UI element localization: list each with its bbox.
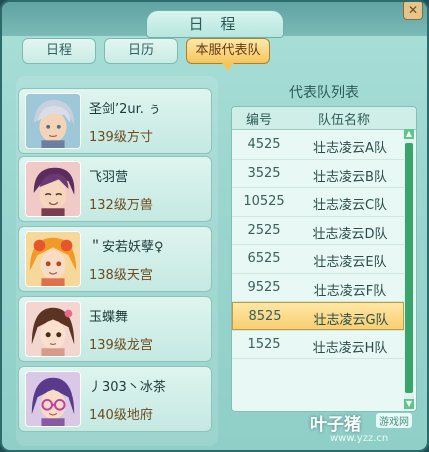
col-code-header: 编号 [246,113,273,128]
team-row[interactable]: 2525 壮志凌云D队 [232,217,404,245]
team-name: 壮志凌云A队 [313,141,387,156]
team-name: 壮志凌云B队 [313,169,387,185]
player-avatar-icon [25,371,81,427]
schedule-window: 日 程 ✕ 日程 日历 本服代表队 圣剑’2ur. ぅ 139级方寸 飞羽营 1… [0,0,429,452]
player-avatar-icon [25,93,81,149]
player-card[interactable]: 丿303丶冰茶 140级地府 [18,366,212,432]
player-avatar-icon [25,161,81,217]
player-name: 玉蝶舞 [89,310,129,325]
tab-server-teams[interactable]: 本服代表队 [186,38,270,71]
team-row[interactable]: 10525 壮志凌云C队 [232,188,404,216]
tab-schedule[interactable]: 日程 [22,38,96,64]
team-code: 8525 [248,309,282,324]
tab-calendar-label: 日历 [127,43,154,58]
scroll-thumb[interactable] [405,143,413,393]
team-row[interactable]: 8525 壮志凌云G队 [232,302,404,330]
team-code: 6525 [247,251,281,266]
team-table: 编号 队伍名称 4525 壮志凌云A队 3525 壮志凌云B队 10525 壮志凌云C队 2… [231,106,417,412]
team-table-scrollbar[interactable]: ▲ ▼ [404,129,414,409]
team-row[interactable]: 9525 壮志凌云F队 [232,274,404,302]
team-row[interactable]: 6525 壮志凌云E队 [232,245,404,273]
team-name: 壮志凌云H队 [312,340,388,356]
window-title: 日 程 [188,15,242,33]
player-card[interactable]: ＂安若妖孽♀ 138级天宫 [18,226,212,292]
watermark-brand: 叶子猪 [310,415,361,435]
scroll-up-icon[interactable]: ▲ [404,129,414,139]
close-button[interactable]: ✕ [403,2,423,20]
player-level: 140级地府 [89,408,153,423]
team-code: 9525 [247,279,281,295]
row-divider [232,358,404,359]
player-level: 139级龙宫 [89,338,153,353]
player-card[interactable]: 圣剑’2ur. ぅ 139级方寸 [18,88,212,154]
team-code: 3525 [247,165,281,181]
player-card[interactable]: 飞羽营 132级万兽 [18,156,212,222]
team-name: 壮志凌云D队 [312,226,388,242]
team-row[interactable]: 4525 壮志凌云A队 [232,131,404,159]
tab-calendar[interactable]: 日历 [104,38,178,64]
player-name: ＂安若妖孽♀ [89,240,164,255]
team-row[interactable]: 3525 壮志凌云B队 [232,160,404,188]
player-name: 圣剑’2ur. ぅ [89,102,162,117]
team-name: 壮志凌云C队 [312,198,388,213]
tab-schedule-label: 日程 [45,43,72,58]
team-code: 1525 [247,336,281,352]
player-level: 138级天宫 [89,268,153,283]
watermark-tag: 游戏网 [376,413,412,428]
window-title-plate: 日 程 [146,10,284,38]
team-code: 2525 [247,222,281,238]
team-code: 10525 [243,194,285,209]
player-avatar-icon [25,301,81,357]
team-list-title: 代表队列表 [289,85,359,101]
site-watermark: 叶子猪 游戏网 www.yzz.cn [310,408,427,450]
player-level: 132级万兽 [89,198,153,213]
team-table-header: 编号 队伍名称 [232,107,416,130]
team-name: 壮志凌云F队 [313,283,387,299]
player-name: 丿303丶冰茶 [89,380,166,395]
team-row[interactable]: 1525 壮志凌云H队 [232,331,404,359]
tab-server-teams-label: 本服代表队 [195,43,261,58]
col-team-header: 队伍名称 [318,113,371,128]
player-avatar-icon [25,231,81,287]
player-name: 飞羽营 [89,170,129,185]
watermark-url: www.yzz.cn [330,433,389,444]
player-card[interactable]: 玉蝶舞 139级龙宫 [18,296,212,362]
team-code: 4525 [247,137,281,152]
active-tab-arrow [222,63,234,71]
player-level: 139级方寸 [89,130,153,145]
team-name: 壮志凌云E队 [313,255,387,270]
team-name: 壮志凌云G队 [313,313,389,328]
